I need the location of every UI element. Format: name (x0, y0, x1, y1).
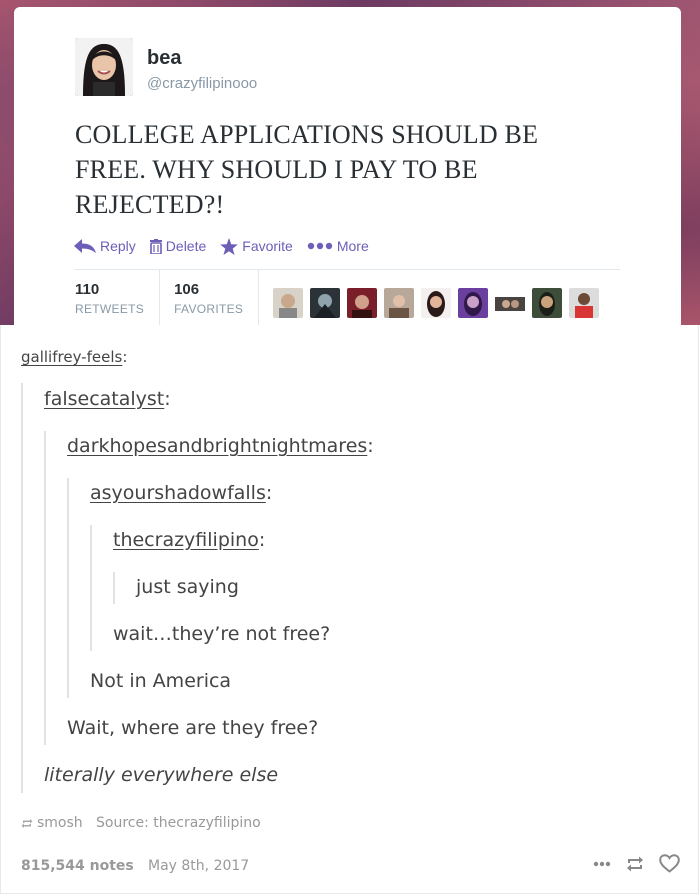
favoriter-avatar[interactable] (421, 288, 452, 318)
colon: : (164, 388, 171, 410)
tweet-avatar[interactable] (75, 38, 133, 96)
message-text: Wait, where are they free? (67, 717, 319, 739)
favorites-label: FAVORITES (174, 302, 244, 316)
delete-label: Delete (165, 238, 207, 254)
source-name: thecrazyfilipino (153, 815, 261, 831)
reblog-thread: gallifrey-feels: falsecatalyst: darkhope… (0, 325, 700, 894)
reblog-header-3: darkhopesandbrightnightmares: (67, 435, 374, 457)
delete-button[interactable]: Delete (149, 238, 207, 254)
more-button[interactable]: More (307, 238, 369, 254)
message-text: literally everywhere else (44, 764, 279, 786)
tweet-stats: 110 RETWEETS 106 FAVORITES (75, 270, 600, 325)
message-text: just saying (136, 576, 239, 598)
reblog-via[interactable]: smosh (21, 815, 83, 831)
blockquote-border (21, 383, 23, 793)
notes-count[interactable]: 815,544 notes (21, 858, 134, 874)
favoriter-avatar[interactable] (458, 288, 489, 318)
tweet-card: bea @crazyfilipinooo COLLEGE APPLICATION… (14, 7, 681, 325)
blockquote-border (44, 431, 46, 745)
blockquote-border (113, 572, 115, 604)
post-border (0, 325, 699, 894)
favoriter-avatar[interactable] (532, 288, 563, 318)
source-label: Source: (96, 815, 149, 831)
username-link[interactable]: falsecatalyst (44, 388, 164, 410)
star-icon (220, 237, 239, 255)
post-source[interactable]: Source: thecrazyfilipino (96, 815, 261, 831)
more-label: More (336, 238, 369, 254)
favorite-button[interactable]: Favorite (220, 237, 293, 255)
retweets-label: RETWEETS (75, 302, 145, 316)
reply-button[interactable]: Reply (74, 238, 136, 254)
tweet-author-handle[interactable]: @crazyfilipinooo (147, 75, 257, 92)
blockquote-border (90, 525, 92, 651)
colon: : (367, 435, 374, 457)
favoriter-avatar[interactable] (384, 288, 415, 318)
username-link[interactable]: darkhopesandbrightnightmares (67, 435, 367, 457)
tweet-text: COLLEGE APPLICATIONS SHOULD BE FREE. WHY… (75, 120, 539, 219)
favoriter-avatars (273, 270, 600, 325)
username-link[interactable]: gallifrey-feels (21, 348, 122, 366)
favoriter-avatar[interactable] (273, 288, 304, 318)
post-date[interactable]: May 8th, 2017 (148, 858, 249, 874)
trash-icon (149, 238, 162, 254)
reply-icon (74, 239, 96, 253)
reply-label: Reply (100, 238, 136, 254)
reblog-header-2: falsecatalyst: (44, 388, 171, 410)
post-controls (593, 854, 680, 873)
colon: : (258, 529, 266, 551)
favoriter-avatar[interactable] (310, 288, 341, 318)
tweet-actions: Reply Delete Favorite More (74, 236, 369, 256)
favoriter-avatar[interactable] (347, 288, 378, 318)
more-options-icon[interactable] (593, 861, 611, 867)
blockquote-border (67, 478, 69, 698)
colon: : (122, 348, 128, 366)
reblog-header-5: thecrazyfilipino: (113, 529, 265, 551)
message-text: wait…they’re not free? (113, 623, 331, 645)
favoriter-avatar[interactable] (569, 288, 600, 318)
retweets-count: 110 (75, 281, 100, 298)
reblog-icon (21, 818, 33, 828)
username-link[interactable]: thecrazyfilipino (113, 529, 259, 551)
reblog-via-name: smosh (37, 815, 83, 831)
username-link[interactable]: asyourshadowfalls (90, 482, 266, 504)
message-text: Not in America (90, 670, 232, 692)
retweets-stat[interactable]: 110 RETWEETS (75, 270, 161, 325)
reblog-icon[interactable] (625, 855, 645, 873)
colon: : (265, 482, 273, 504)
favoriter-avatar[interactable] (495, 288, 526, 318)
more-dots-icon (307, 242, 333, 250)
tweet-author-name[interactable]: bea (147, 47, 181, 70)
reblog-header-1: gallifrey-feels: (21, 348, 127, 366)
favorites-stat[interactable]: 106 FAVORITES (174, 270, 260, 325)
heart-icon[interactable] (659, 854, 680, 873)
favorites-count: 106 (174, 281, 200, 298)
reblog-header-4: asyourshadowfalls: (90, 482, 272, 504)
favorite-label: Favorite (242, 238, 293, 254)
